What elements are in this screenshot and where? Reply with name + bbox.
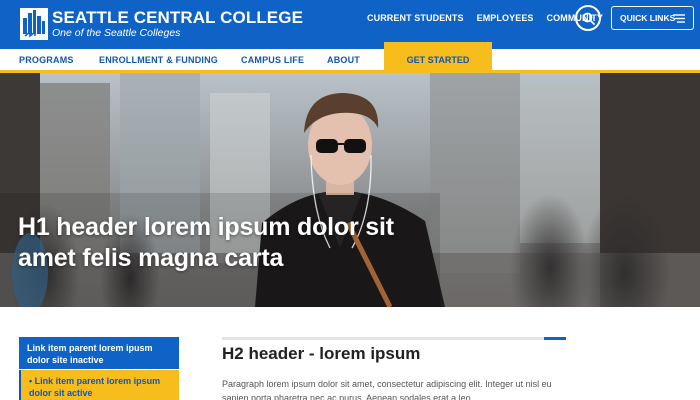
body-paragraph: Paragraph lorem ipsum dolor sit amet, co… (222, 379, 552, 400)
content-area: Link item parent lorem ipusm dolor site … (0, 307, 700, 400)
site-subtitle: One of the Seattle Colleges (52, 27, 181, 39)
sidebar-link-inactive[interactable]: Link item parent lorem ipusm dolor site … (19, 337, 179, 369)
search-icon (582, 12, 595, 25)
menu-lines-icon (673, 14, 685, 23)
main-nav: PROGRAMS ENROLLMENT & FUNDING CAMPUS LIF… (0, 49, 700, 70)
site-title[interactable]: SEATTLE CENTRAL COLLEGE (52, 8, 303, 28)
search-button[interactable] (575, 5, 601, 31)
link-employees[interactable]: EMPLOYEES (477, 13, 534, 23)
site-header: SEATTLE CENTRAL COLLEGE One of the Seatt… (0, 0, 700, 49)
heading-divider-accent (544, 337, 566, 340)
hero-banner: H1 header lorem ipsum dolor sit amet fel… (0, 73, 700, 307)
nav-about[interactable]: ABOUT (327, 55, 360, 65)
section-heading: H2 header - lorem ipsum (222, 344, 421, 363)
get-started-button[interactable]: GET STARTED (384, 42, 492, 73)
quick-links-label: QUICK LINKS (620, 13, 676, 23)
quick-links-button[interactable]: QUICK LINKS (611, 6, 694, 30)
nav-programs[interactable]: PROGRAMS (19, 55, 74, 65)
nav-enrollment-funding[interactable]: ENROLLMENT & FUNDING (99, 55, 218, 65)
heading-divider (222, 337, 544, 340)
hero-heading: H1 header lorem ipsum dolor sit amet fel… (18, 213, 394, 272)
sidebar-link-active[interactable]: • Link item parent lorem ipsum dolor sit… (19, 370, 179, 400)
link-current-students[interactable]: CURRENT STUDENTS (367, 13, 464, 23)
college-logo-icon[interactable] (20, 8, 48, 40)
nav-campus-life[interactable]: CAMPUS LIFE (241, 55, 304, 65)
